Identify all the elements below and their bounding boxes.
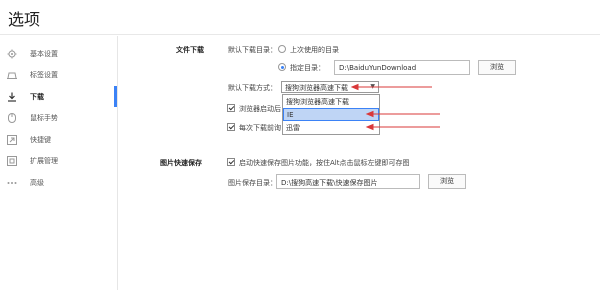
image-browse-button[interactable]: 浏览 <box>428 174 466 189</box>
download-icon <box>6 91 18 103</box>
sidebar: 基本设置 标签设置 下载 鼠标手势 快捷键 扩展管理 高级 <box>0 36 118 290</box>
tab-icon <box>6 69 18 81</box>
specified-dir-label: 指定目录： <box>290 64 325 72</box>
sidebar-item-shortcut[interactable]: 快捷键 <box>0 129 117 150</box>
sidebar-item-extensions[interactable]: 扩展管理 <box>0 150 117 171</box>
sidebar-item-tabs[interactable]: 标签设置 <box>0 64 117 85</box>
shortcut-icon <box>6 134 18 146</box>
ask-before-download-checkbox[interactable] <box>227 123 235 131</box>
sidebar-item-label: 标签设置 <box>30 70 58 79</box>
sidebar-item-label: 高级 <box>30 178 44 187</box>
sidebar-item-basic[interactable]: 基本设置 <box>0 43 117 64</box>
last-used-dir-label: 上次使用的目录 <box>290 46 339 54</box>
image-quick-save-checkbox[interactable] <box>227 158 235 166</box>
download-method-label: 默认下载方式： <box>228 84 277 92</box>
download-section-label: 文件下载 <box>176 46 204 54</box>
sidebar-item-label: 鼠标手势 <box>30 113 58 122</box>
startup-checkbox[interactable] <box>227 104 235 112</box>
sidebar-item-label: 扩展管理 <box>30 156 58 165</box>
download-method-option[interactable]: 搜狗浏览器高速下载 <box>283 95 379 108</box>
sidebar-item-label: 下载 <box>30 92 44 101</box>
ask-before-download-label: 每次下载前询 <box>239 124 281 132</box>
sidebar-item-download[interactable]: 下载 <box>0 86 117 107</box>
default-dir-label: 默认下载目录： <box>228 46 277 54</box>
download-method-option[interactable]: 迅雷 <box>283 121 379 134</box>
extension-icon <box>6 155 18 167</box>
chevron-down-icon: ▼ <box>370 83 375 90</box>
download-method-selected: 搜狗浏览器高速下载 <box>285 84 348 92</box>
more-icon <box>6 177 18 189</box>
last-used-dir-radio[interactable] <box>278 45 286 53</box>
download-method-dropdown: 搜狗浏览器高速下载 IE 迅雷 <box>282 94 380 135</box>
download-browse-button[interactable]: 浏览 <box>478 60 516 75</box>
download-method-option[interactable]: IE <box>283 108 379 121</box>
image-dir-input[interactable]: D:\搜狗高速下载\快速保存图片 <box>276 174 420 189</box>
sidebar-item-gesture[interactable]: 鼠标手势 <box>0 107 117 128</box>
sidebar-item-label: 快捷键 <box>30 135 51 144</box>
download-path-input[interactable]: D:\BaiduYunDownload <box>334 60 470 75</box>
window-title: 选项 <box>8 10 41 29</box>
download-method-select[interactable]: 搜狗浏览器高速下载 ▼ <box>281 81 379 93</box>
gear-icon <box>6 48 18 60</box>
sidebar-item-label: 基本设置 <box>30 49 58 58</box>
mouse-icon <box>6 112 18 124</box>
image-save-section-label: 图片快速保存 <box>160 159 202 167</box>
title-divider <box>0 34 600 35</box>
sidebar-item-advanced[interactable]: 高级 <box>0 172 117 193</box>
startup-checkbox-label: 浏览器启动后 <box>239 105 281 113</box>
image-quick-save-label: 启动快速保存图片功能，按住Alt点击鼠标左键即可存图 <box>239 159 410 167</box>
specified-dir-radio[interactable] <box>278 63 286 71</box>
image-dir-label: 图片保存目录： <box>228 179 277 187</box>
